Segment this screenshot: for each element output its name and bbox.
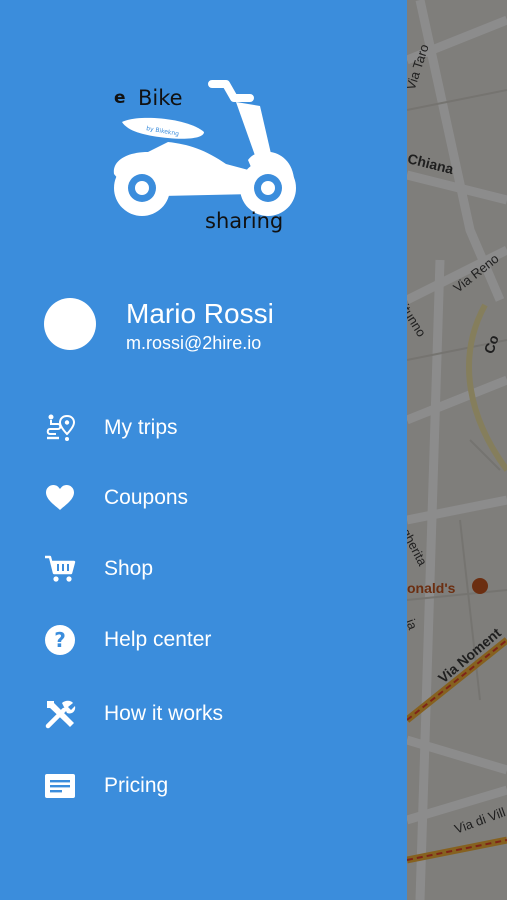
logo-text-e: e	[114, 88, 126, 108]
heart-icon	[44, 482, 76, 514]
user-profile[interactable]: Mario Rossi m.rossi@2hire.io	[44, 298, 384, 354]
app-logo: by Bikekng e Bike sharing	[108, 78, 298, 238]
logo-text-sharing: sharing	[205, 209, 284, 233]
menu-label-pricing: Pricing	[104, 774, 169, 797]
user-name: Mario Rossi	[126, 298, 274, 329]
tools-icon	[44, 698, 76, 730]
menu-item-how-it-works[interactable]: How it works	[0, 684, 407, 744]
menu-item-help-center[interactable]: ? Help center	[0, 610, 407, 670]
menu-item-my-trips[interactable]: My trips	[0, 398, 407, 458]
user-email: m.rossi@2hire.io	[126, 333, 262, 353]
menu-label-coupons: Coupons	[104, 486, 189, 509]
cart-icon	[44, 553, 76, 585]
route-icon	[44, 412, 76, 444]
help-icon: ?	[44, 624, 76, 656]
menu-label-my-trips: My trips	[104, 416, 178, 439]
menu-item-pricing[interactable]: Pricing	[0, 756, 407, 816]
menu-label-how-it-works: How it works	[104, 702, 224, 725]
menu-item-coupons[interactable]: Coupons	[0, 468, 407, 528]
avatar[interactable]	[44, 298, 96, 350]
menu-item-shop[interactable]: Shop	[0, 539, 407, 599]
logo-text-bike: Bike	[138, 86, 183, 110]
menu-label-help-center: Help center	[104, 628, 212, 651]
svg-text:?: ?	[54, 628, 66, 652]
menu-label-shop: Shop	[104, 557, 154, 580]
navigation-drawer: by Bikekng e Bike sharing Mario Rossi m.…	[0, 0, 407, 900]
receipt-icon	[44, 770, 76, 802]
